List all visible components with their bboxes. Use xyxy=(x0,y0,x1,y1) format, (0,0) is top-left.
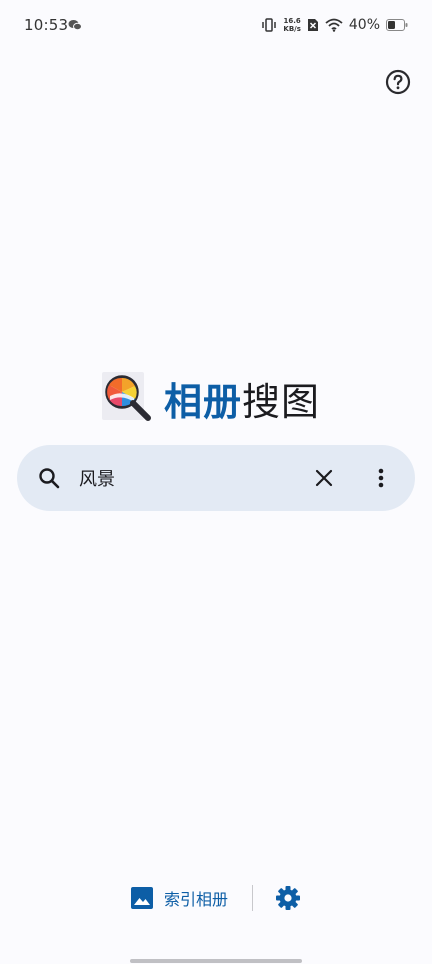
status-bar: 10:53 16.6 KB/s 40% xyxy=(0,0,432,52)
help-button[interactable] xyxy=(384,68,412,96)
index-album-label: 索引相册 xyxy=(164,890,229,909)
battery-icon xyxy=(386,19,408,31)
app-title: 相册搜图 xyxy=(164,371,320,426)
status-right-group: 16.6 KB/s 40% xyxy=(261,14,408,36)
battery-percent: 40% xyxy=(348,17,380,33)
more-vert-icon xyxy=(378,468,384,488)
vibrate-icon xyxy=(262,18,277,32)
bottom-actions: 索引相册 xyxy=(0,880,432,916)
wifi-icon xyxy=(325,18,343,32)
search-icon xyxy=(39,468,60,489)
more-options-button[interactable] xyxy=(369,464,393,492)
close-icon xyxy=(315,469,333,487)
no-sim-icon xyxy=(307,19,318,31)
wechat-icon xyxy=(68,20,82,31)
gear-icon xyxy=(276,886,300,910)
net-speed-value: 16.6 xyxy=(283,17,301,25)
image-icon xyxy=(131,887,153,909)
net-speed-unit: KB/s xyxy=(283,25,301,33)
status-time: 10:53 xyxy=(24,16,69,34)
app-logo: 相册搜图 xyxy=(102,372,320,424)
net-speed: 16.6 KB/s xyxy=(283,17,300,33)
search-bar[interactable] xyxy=(17,445,415,511)
index-album-button[interactable]: 索引相册 xyxy=(130,885,228,911)
search-input[interactable] xyxy=(79,463,299,493)
actions-divider xyxy=(252,885,253,911)
gesture-handle[interactable] xyxy=(130,959,302,963)
help-icon xyxy=(385,69,411,95)
app-title-rest: 搜图 xyxy=(242,379,321,424)
app-title-accent: 相册 xyxy=(164,379,243,424)
clear-search-button[interactable] xyxy=(310,464,338,492)
app-logo-icon xyxy=(102,372,151,421)
settings-button[interactable] xyxy=(275,885,301,911)
